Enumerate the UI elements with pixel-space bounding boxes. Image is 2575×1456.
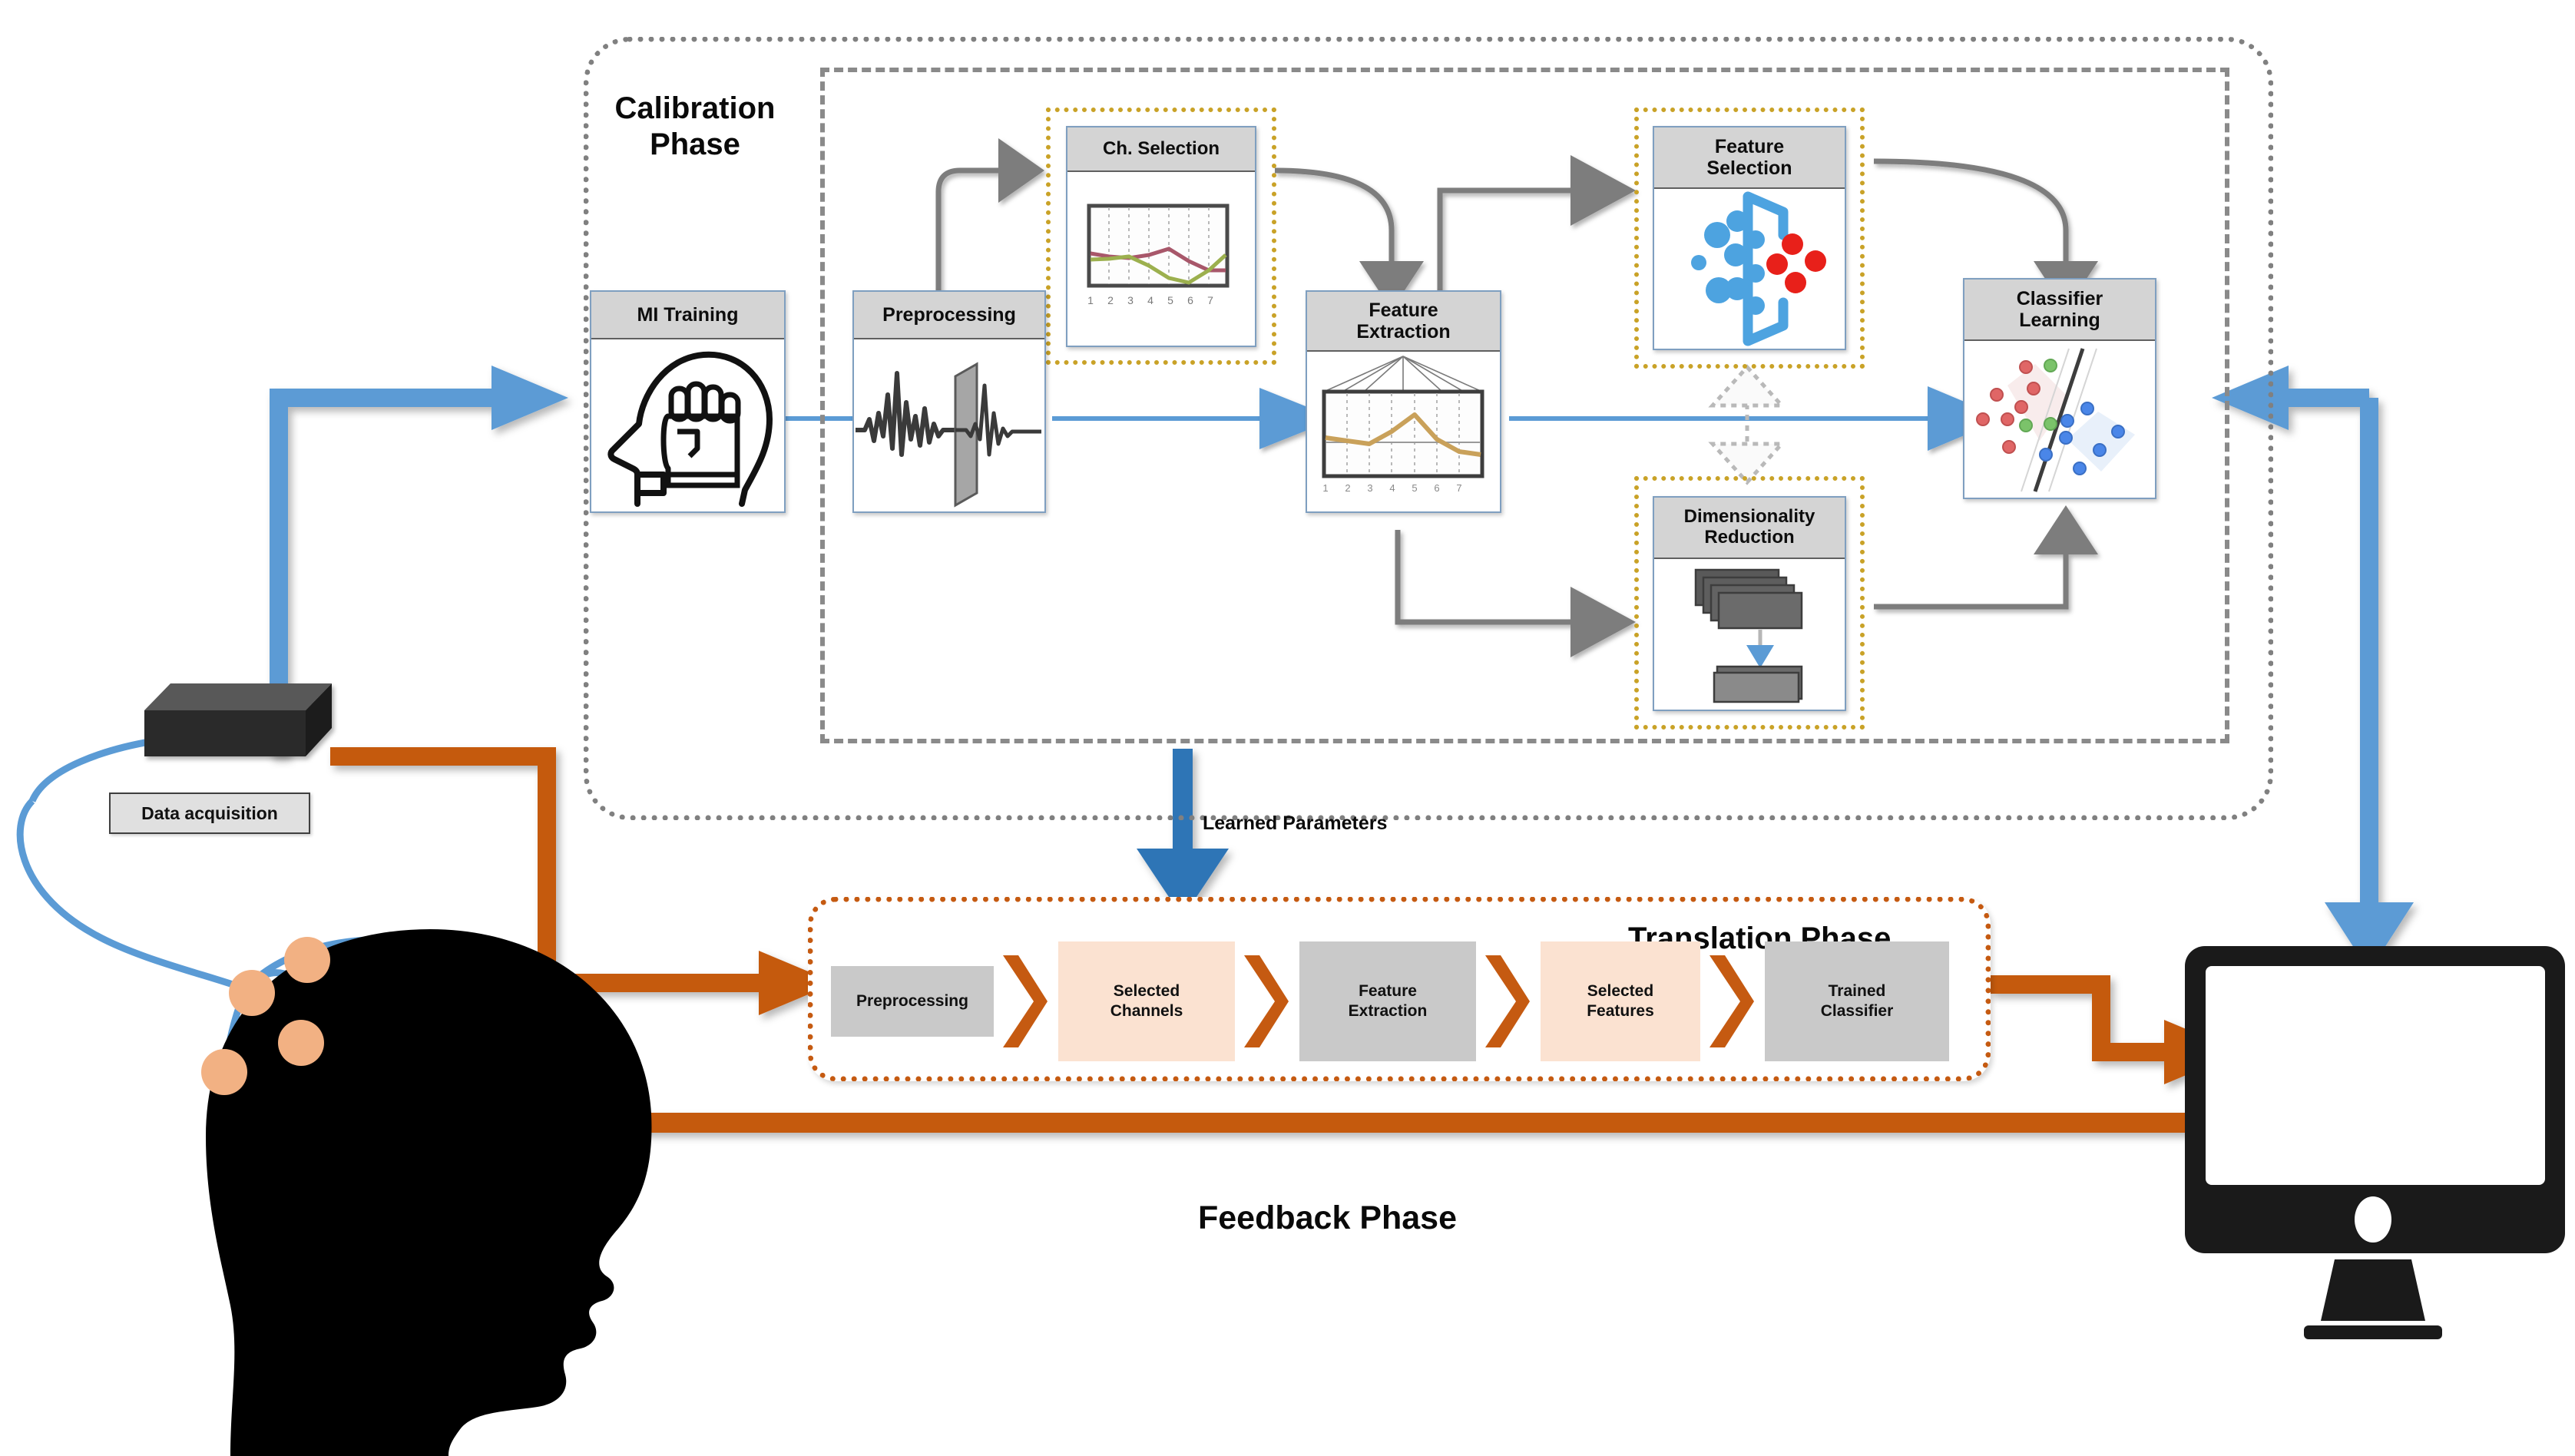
svm-scatter-icon <box>1964 341 2155 498</box>
chevron-icon-1 <box>1003 955 1048 1047</box>
module-preprocessing-title: Preprocessing <box>854 292 1044 339</box>
translation-step-feature-extraction-line2: Extraction <box>1348 1002 1428 1020</box>
head-with-fist-icon <box>591 339 784 511</box>
orange-arrow-feedback-to-head <box>538 1078 2204 1167</box>
module-dimensionality-reduction-title-line2: Reduction <box>1704 527 1795 548</box>
chevron-icon-2 <box>1244 955 1289 1047</box>
svg-text:4: 4 <box>1147 294 1153 306</box>
module-dimensionality-reduction[interactable]: Dimensionality Reduction <box>1653 496 1846 711</box>
translation-step-trained-classifier[interactable]: Trained Classifier <box>1765 941 1949 1061</box>
calibration-phase-title: Calibration Phase <box>584 91 806 163</box>
module-dimensionality-reduction-title-line1: Dimensionality <box>1683 506 1815 528</box>
svg-text:3: 3 <box>1127 294 1134 306</box>
translation-step-selected-channels[interactable]: Selected Channels <box>1058 941 1235 1061</box>
module-classifier-learning-title-line1: Classifier <box>2016 288 2103 309</box>
layer-stack-reduce-icon <box>1654 559 1845 710</box>
translation-step-trained-classifier-line2: Classifier <box>1820 1002 1894 1020</box>
calibration-title-line1: Calibration <box>614 91 776 125</box>
translation-step-preprocessing-label: Preprocessing <box>856 991 968 1010</box>
data-acquisition-label: Data acquisition <box>109 793 310 834</box>
translation-step-trained-classifier-line1: Trained <box>1828 981 1886 1000</box>
funnel-filter-dots-icon <box>1654 189 1845 349</box>
module-mi-training[interactable]: MI Training <box>590 290 786 513</box>
translation-step-preprocessing[interactable]: Preprocessing <box>831 966 994 1037</box>
svg-text:7: 7 <box>1207 294 1213 306</box>
monitor-icon <box>2185 946 2565 1339</box>
translation-step-selected-features-line2: Features <box>1587 1002 1654 1020</box>
svg-text:2: 2 <box>1107 294 1114 306</box>
svg-text:5: 5 <box>1412 482 1417 494</box>
multichannel-line-chart-icon: 1 2 3 4 5 6 7 <box>1067 172 1255 346</box>
translation-step-selected-features[interactable]: Selected Features <box>1541 941 1700 1061</box>
module-ch-selection[interactable]: Ch. Selection 1 2 3 4 5 6 7 <box>1066 126 1256 347</box>
svg-text:5: 5 <box>1167 294 1173 306</box>
module-feature-extraction[interactable]: Feature Extraction 1 2 3 4 5 6 7 <box>1306 290 1501 513</box>
module-feature-extraction-title-line2: Extraction <box>1356 321 1451 342</box>
module-feature-selection-title-line1: Feature <box>1714 136 1785 157</box>
module-preprocessing[interactable]: Preprocessing <box>852 290 1046 513</box>
module-mi-training-title: MI Training <box>591 292 784 339</box>
svg-text:3: 3 <box>1367 482 1372 494</box>
calibration-title-line2: Phase <box>650 127 740 162</box>
data-acquisition-device-icon <box>144 683 332 756</box>
module-ch-selection-title: Ch. Selection <box>1067 127 1255 172</box>
signal-filter-icon <box>854 339 1044 511</box>
translation-step-selected-channels-line2: Channels <box>1110 1002 1183 1020</box>
translation-step-selected-channels-line1: Selected <box>1113 981 1180 1000</box>
svg-text:1: 1 <box>1087 294 1094 306</box>
bci-pipeline-diagram: Calibration Phase MI Training Preprocess… <box>0 0 2575 1456</box>
svg-text:4: 4 <box>1389 482 1395 494</box>
svg-text:6: 6 <box>1434 482 1439 494</box>
module-classifier-learning-title-line2: Learning <box>2019 309 2100 331</box>
translation-step-feature-extraction[interactable]: Feature Extraction <box>1299 941 1476 1061</box>
module-classifier-learning-title: Classifier Learning <box>1964 280 2155 341</box>
svg-text:1: 1 <box>1322 482 1328 494</box>
svg-text:6: 6 <box>1187 294 1193 306</box>
learned-parameters-label: Learned Parameters <box>1203 812 1388 834</box>
translation-step-feature-extraction-line1: Feature <box>1359 981 1417 1000</box>
svg-text:7: 7 <box>1456 482 1461 494</box>
translation-step-selected-features-line1: Selected <box>1587 981 1654 1000</box>
svg-text:2: 2 <box>1345 482 1350 494</box>
module-feature-selection[interactable]: Feature Selection <box>1653 126 1846 350</box>
module-feature-extraction-title-line1: Feature <box>1369 299 1438 321</box>
module-dimensionality-reduction-title: Dimensionality Reduction <box>1654 498 1845 559</box>
module-feature-extraction-title: Feature Extraction <box>1307 292 1500 352</box>
module-classifier-learning[interactable]: Classifier Learning <box>1963 278 2156 499</box>
head-silhouette-icon <box>206 929 652 1456</box>
chevron-icon-4 <box>1709 955 1754 1047</box>
feature-line-chart-icon: 1 2 3 4 5 6 7 <box>1307 352 1500 511</box>
module-feature-selection-title-line2: Selection <box>1706 157 1792 179</box>
feedback-phase-title: Feedback Phase <box>1198 1200 1458 1236</box>
module-feature-selection-title: Feature Selection <box>1654 127 1845 189</box>
chevron-icon-3 <box>1485 955 1530 1047</box>
